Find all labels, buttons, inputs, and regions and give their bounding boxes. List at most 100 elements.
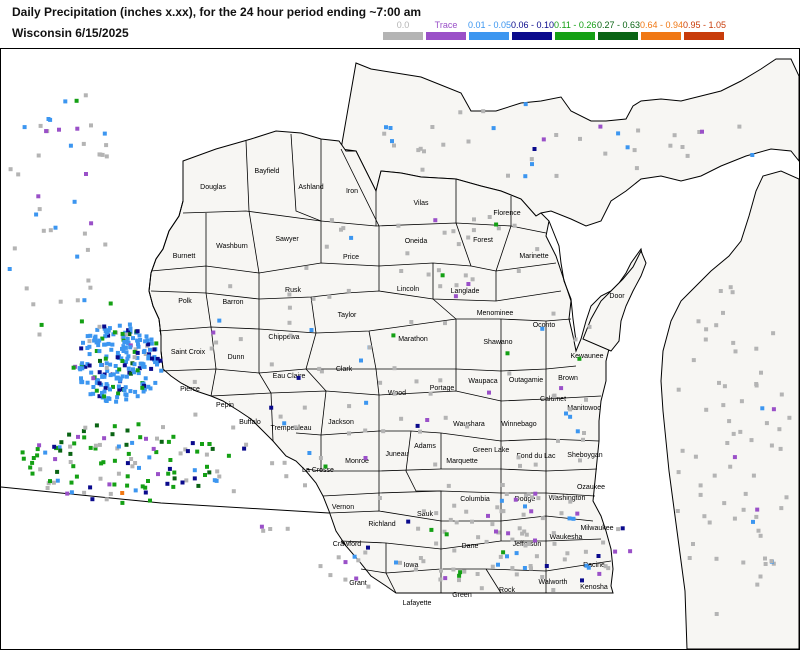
station-marker — [454, 520, 459, 525]
station-marker — [30, 460, 35, 465]
station-marker — [584, 397, 588, 402]
station-marker — [83, 425, 88, 430]
station-marker — [108, 491, 113, 496]
station-marker — [133, 389, 138, 394]
station-marker — [41, 228, 46, 233]
station-marker — [763, 556, 767, 561]
station-marker — [126, 451, 131, 456]
station-marker — [278, 414, 283, 419]
station-marker — [428, 391, 433, 396]
map-svg: Douglas Bayfield Ashland Iron Vilas Florence B… — [1, 58, 799, 649]
station-marker — [680, 448, 685, 453]
station-marker — [728, 464, 733, 469]
station-marker — [462, 569, 467, 574]
station-marker — [430, 125, 435, 129]
county-label: Ashland — [298, 184, 323, 191]
station-marker — [378, 380, 383, 385]
county-label: Manitowoc — [567, 405, 601, 412]
station-marker — [75, 126, 80, 131]
station-marker — [518, 463, 522, 468]
station-marker — [425, 418, 430, 422]
station-marker — [172, 470, 177, 475]
station-marker — [72, 441, 77, 446]
station-marker — [573, 337, 578, 342]
station-marker — [551, 588, 556, 592]
station-marker — [739, 399, 744, 404]
station-marker — [106, 341, 111, 346]
county-label: Rock — [499, 587, 515, 594]
station-marker — [109, 347, 114, 352]
lower-michigan-shoreline — [660, 170, 799, 649]
station-marker — [516, 269, 521, 273]
station-marker — [390, 139, 394, 144]
station-marker — [171, 484, 176, 489]
station-marker — [434, 541, 439, 546]
station-marker — [562, 557, 567, 562]
station-marker — [741, 560, 746, 565]
station-marker — [529, 509, 534, 514]
station-marker — [764, 421, 769, 426]
station-marker — [522, 529, 527, 534]
county-label: Oneida — [405, 238, 428, 245]
station-marker — [438, 378, 443, 383]
county-label: Kewaunee — [570, 353, 603, 360]
station-marker — [74, 98, 79, 103]
station-marker — [732, 455, 737, 460]
station-marker — [668, 143, 673, 148]
station-marker — [270, 461, 275, 466]
station-marker — [103, 356, 108, 361]
station-marker — [343, 560, 348, 565]
station-marker — [238, 337, 243, 342]
station-marker — [433, 462, 438, 467]
station-marker — [69, 480, 74, 485]
station-marker — [728, 285, 733, 290]
station-marker — [37, 443, 42, 448]
station-marker — [112, 424, 117, 429]
station-marker — [377, 496, 382, 500]
station-marker — [166, 439, 171, 444]
station-marker — [458, 570, 463, 575]
station-marker — [680, 145, 685, 149]
county-label: Brown — [558, 375, 578, 382]
station-marker — [704, 327, 709, 332]
station-marker — [596, 554, 601, 558]
station-marker — [698, 492, 703, 497]
station-marker — [144, 334, 149, 339]
station-marker — [329, 218, 334, 223]
station-marker — [81, 340, 85, 345]
station-marker — [464, 509, 469, 514]
station-marker — [494, 529, 498, 534]
station-marker — [470, 277, 475, 282]
station-marker — [700, 129, 704, 134]
station-marker — [190, 441, 195, 446]
legend-label: 0.11 - 0.26 — [554, 20, 597, 30]
station-marker — [443, 576, 448, 581]
station-marker — [513, 497, 518, 502]
station-marker — [116, 384, 121, 389]
station-marker — [676, 470, 681, 475]
station-marker — [429, 527, 434, 532]
station-marker — [532, 147, 537, 151]
station-marker — [476, 535, 481, 540]
station-marker — [436, 268, 441, 273]
county-label: Columbia — [460, 496, 490, 503]
station-marker — [696, 319, 701, 324]
station-marker — [269, 405, 274, 410]
county-label: Juneau — [386, 451, 409, 458]
station-marker — [268, 527, 273, 531]
station-marker — [551, 531, 556, 536]
station-marker — [8, 167, 13, 172]
station-marker — [578, 458, 582, 463]
station-marker — [172, 476, 177, 481]
county-label: Iron — [346, 188, 358, 195]
station-marker — [544, 564, 549, 568]
station-marker — [528, 564, 533, 568]
station-marker — [37, 207, 42, 212]
station-marker — [541, 137, 546, 142]
station-marker — [44, 129, 49, 134]
station-marker — [124, 350, 129, 355]
station-marker — [96, 340, 100, 345]
station-marker — [135, 329, 140, 334]
station-marker — [135, 338, 140, 343]
station-marker — [580, 578, 584, 583]
